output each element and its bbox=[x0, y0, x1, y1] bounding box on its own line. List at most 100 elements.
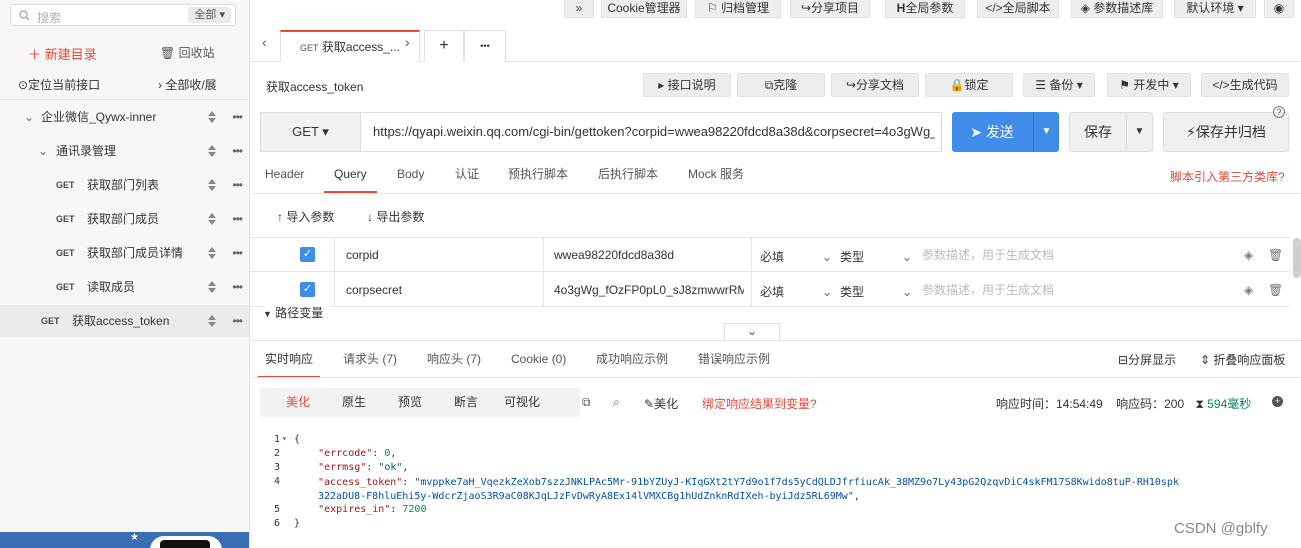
tree-api-item-selected[interactable]: GET 获取access_token ••• bbox=[0, 305, 249, 337]
param-value[interactable]: 4o3gWg_fOzFP0pL0_sJ8zmwwrRM bbox=[554, 273, 744, 307]
bind-var-link[interactable]: 绑定响应结果到变量? bbox=[702, 395, 817, 412]
archive-button[interactable]: ⚐ 归档管理 bbox=[695, 0, 781, 18]
export-params-button[interactable]: ↓ 导出参数 bbox=[367, 208, 424, 225]
tab-error-example[interactable]: 错误响应示例 bbox=[698, 348, 770, 378]
view-assert[interactable]: 断言 bbox=[454, 388, 478, 417]
tree-api-item[interactable]: GET 读取成员 ••• bbox=[0, 271, 249, 303]
tree-folder[interactable]: ⌄ 企业微信_Qywx-inner ••• bbox=[0, 101, 249, 133]
tab-header[interactable]: Header bbox=[265, 163, 304, 193]
tab-request[interactable]: GET 获取access_... bbox=[280, 30, 420, 62]
backup-button[interactable]: ☰ 备份 ▾ bbox=[1023, 73, 1095, 97]
params-scrollbar[interactable] bbox=[1293, 238, 1301, 278]
send-button[interactable]: ➤ 发送 ▼ bbox=[952, 112, 1059, 152]
param-value[interactable]: wwea98220fdcd8a38d bbox=[554, 238, 744, 272]
tab-res-headers[interactable]: 响应头 (7) bbox=[427, 348, 481, 378]
param-key[interactable]: corpid bbox=[346, 238, 536, 272]
more-icon[interactable]: ••• bbox=[232, 101, 243, 133]
more-icon[interactable]: ••• bbox=[232, 237, 243, 269]
param-type[interactable]: 类型 bbox=[840, 240, 900, 274]
param-checkbox[interactable]: ✓ bbox=[300, 282, 315, 297]
share-project-button[interactable]: ↪分享项目 bbox=[790, 0, 870, 18]
more-icon[interactable]: ••• bbox=[232, 135, 243, 167]
panel-resize-handle[interactable]: ⌄ bbox=[724, 323, 780, 341]
view-visualize[interactable]: 可视化 bbox=[504, 388, 540, 417]
tab-auth[interactable]: 认证 bbox=[455, 163, 479, 193]
trash-icon[interactable]: 🗑 bbox=[1268, 238, 1282, 272]
search-icon[interactable]: ⌕ bbox=[613, 395, 620, 410]
env-select[interactable]: 默认环境 ▾ bbox=[1174, 0, 1256, 18]
tab-query[interactable]: Query bbox=[324, 163, 377, 193]
more-icon[interactable]: ••• bbox=[232, 169, 243, 201]
copy-icon[interactable]: ⧉ bbox=[582, 395, 591, 410]
sort-icon[interactable] bbox=[208, 281, 216, 293]
expand-button[interactable]: » bbox=[564, 0, 594, 18]
trash-icon[interactable]: 🗑 bbox=[1268, 273, 1282, 307]
sort-icon[interactable] bbox=[208, 315, 216, 327]
chevron-right-icon[interactable]: › bbox=[405, 34, 410, 50]
param-lib-button[interactable]: ◈ 参数描述库 bbox=[1071, 0, 1163, 18]
param-checkbox[interactable]: ✓ bbox=[300, 247, 315, 262]
tree-api-item[interactable]: GET 获取部门列表 ••• bbox=[0, 169, 249, 201]
param-required[interactable]: 必填 bbox=[760, 275, 820, 309]
lock-button[interactable]: 🔒锁定 bbox=[925, 73, 1013, 97]
view-preview[interactable]: 预览 bbox=[398, 388, 422, 417]
collapse-all-button[interactable]: › 全部收/展 bbox=[158, 76, 217, 93]
locate-button[interactable]: ⊙定位当前接口 bbox=[18, 76, 100, 93]
fold-caret-icon[interactable]: ▾ bbox=[282, 434, 287, 443]
sort-icon[interactable] bbox=[208, 145, 216, 157]
global-params-button[interactable]: H全局参数 bbox=[885, 0, 965, 18]
gen-code-button[interactable]: </>生成代码 bbox=[1201, 73, 1289, 97]
send-dropdown[interactable]: ▼ bbox=[1033, 112, 1059, 152]
filter-select[interactable]: 全部 ▾ bbox=[188, 7, 231, 23]
share-doc-button[interactable]: ↪分享文档 bbox=[831, 73, 919, 97]
sort-icon[interactable] bbox=[208, 247, 216, 259]
sort-icon[interactable] bbox=[208, 213, 216, 225]
tab-live-response[interactable]: 实时响应 bbox=[258, 348, 321, 378]
method-select[interactable]: GET ▾ bbox=[261, 113, 361, 151]
add-tab-button[interactable]: + bbox=[424, 30, 464, 62]
add-circle-icon[interactable]: + bbox=[1272, 396, 1283, 407]
save-button[interactable]: 保存 ▼ bbox=[1069, 112, 1153, 152]
send-main[interactable]: ➤ 发送 bbox=[952, 112, 1032, 152]
clone-button[interactable]: ⧉克隆 bbox=[737, 73, 825, 97]
tab-pre-script[interactable]: 预执行脚本 bbox=[508, 163, 568, 193]
more-icon[interactable]: ••• bbox=[232, 271, 243, 303]
import-params-button[interactable]: ↑ 导入参数 bbox=[277, 208, 334, 225]
param-required[interactable]: 必填 bbox=[760, 240, 820, 274]
tree-folder[interactable]: ⌄ 通讯录管理 ••• bbox=[0, 135, 249, 167]
view-raw[interactable]: 原生 bbox=[342, 388, 366, 417]
more-icon[interactable]: ••• bbox=[232, 305, 243, 337]
save-archive-button[interactable]: ⚡保存并归档 bbox=[1163, 112, 1289, 152]
beautify-button[interactable]: ✎美化 bbox=[644, 395, 678, 412]
param-key[interactable]: corpsecret bbox=[346, 273, 536, 307]
sort-icon[interactable] bbox=[208, 179, 216, 191]
param-desc[interactable]: 参数描述，用于生成文档 bbox=[922, 273, 1222, 307]
path-vars-toggle[interactable]: ▼ 路径变量 bbox=[263, 304, 330, 321]
third-party-link[interactable]: 脚本引入第三方类库? bbox=[1170, 168, 1285, 185]
doc-button[interactable]: ▸ 接口说明 bbox=[643, 73, 731, 97]
tab-mock[interactable]: Mock 服务 bbox=[688, 163, 744, 193]
cookie-manager-button[interactable]: Cookie管理器 bbox=[601, 0, 687, 18]
cube-icon[interactable]: ◈ bbox=[1244, 238, 1258, 272]
help-icon[interactable]: ? bbox=[1273, 106, 1285, 118]
sort-icon[interactable] bbox=[208, 111, 216, 123]
split-view-button[interactable]: ⊟分屏显示 bbox=[1118, 351, 1176, 368]
chevron-left-icon[interactable]: ‹ bbox=[262, 34, 267, 50]
tab-cookie[interactable]: Cookie (0) bbox=[511, 348, 566, 378]
tab-success-example[interactable]: 成功响应示例 bbox=[596, 348, 668, 378]
param-type[interactable]: 类型 bbox=[840, 275, 900, 309]
eye-button[interactable]: ◉ bbox=[1264, 0, 1294, 18]
more-icon[interactable]: ••• bbox=[232, 203, 243, 235]
status-select[interactable]: ⚑ 开发中 ▾ bbox=[1107, 73, 1191, 97]
more-tabs-button[interactable]: ••• bbox=[464, 30, 506, 62]
tab-post-script[interactable]: 后执行脚本 bbox=[598, 163, 658, 193]
fold-panel-button[interactable]: ⇕ 折叠响应面板 bbox=[1200, 351, 1285, 368]
tab-req-headers[interactable]: 请求头 (7) bbox=[343, 348, 397, 378]
tab-body[interactable]: Body bbox=[397, 163, 424, 193]
param-desc[interactable]: 参数描述，用于生成文档 bbox=[922, 238, 1222, 272]
save-dropdown-icon[interactable]: ▼ bbox=[1126, 113, 1152, 151]
view-pretty[interactable]: 美化 bbox=[286, 388, 310, 417]
tree-api-item[interactable]: GET 获取部门成员 ••• bbox=[0, 203, 249, 235]
recycle-button[interactable]: 🗑 回收站 bbox=[160, 44, 215, 61]
url-input[interactable]: https://qyapi.weixin.qq.com/cgi-bin/gett… bbox=[373, 113, 935, 151]
